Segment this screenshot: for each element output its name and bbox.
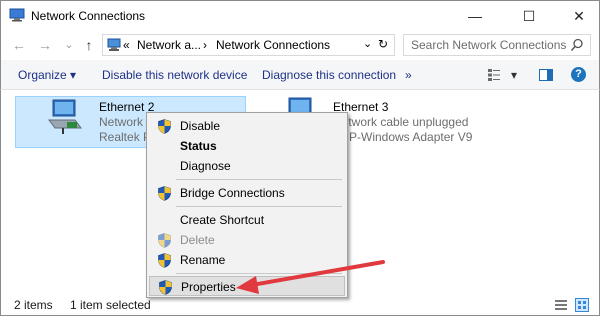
more-commands-button[interactable]: »	[405, 68, 412, 82]
refresh-icon[interactable]: ↻	[378, 37, 388, 51]
breadcrumb-network-connections[interactable]: Network Connections	[216, 38, 330, 52]
menu-item-diagnose[interactable]: Diagnose	[149, 156, 345, 176]
menu-item-label: Create Shortcut	[180, 213, 265, 227]
address-history-chevron-icon[interactable]: ⌄	[363, 37, 372, 50]
search-box[interactable]: Search Network Connections	[403, 34, 591, 56]
menu-item-label: Delete	[180, 233, 215, 247]
uac-shield-icon	[158, 186, 171, 201]
menu-item-delete[interactable]: Delete	[149, 230, 345, 250]
menu-separator	[176, 179, 342, 180]
large-icons-view-icon[interactable]	[575, 298, 589, 312]
window-title: Network Connections	[31, 9, 146, 23]
close-button[interactable]: ✕	[561, 1, 597, 31]
recent-locations-button[interactable]: ⌄	[61, 36, 77, 54]
breadcrumb-overflow[interactable]: «	[123, 38, 130, 52]
context-menu: Disable Status Diagnose Bridge Connectio…	[146, 112, 348, 298]
breadcrumb-network[interactable]: Network a...	[137, 38, 201, 52]
up-arrow-icon: ↑	[85, 37, 93, 53]
ethernet-adapter-icon	[48, 99, 82, 134]
maximize-icon: ☐	[522, 7, 536, 24]
menu-separator	[176, 206, 342, 207]
selection-count: 1 item selected	[70, 298, 151, 312]
address-row: ← → ⌄ ↑ « Network a... › Network Connect…	[0, 30, 600, 60]
menu-item-properties[interactable]: Properties	[149, 276, 345, 296]
item-adapter: P-Windows Adapter V9	[349, 130, 473, 144]
help-button[interactable]: ?	[571, 67, 586, 82]
menu-item-bridge-connections[interactable]: Bridge Connections	[149, 183, 345, 203]
uac-shield-icon	[158, 253, 171, 268]
menu-item-label: Status	[180, 139, 217, 153]
menu-item-disable[interactable]: Disable	[149, 116, 345, 136]
back-button[interactable]: ←	[11, 36, 27, 54]
menu-separator	[176, 273, 342, 274]
chevron-down-icon: ⌄	[64, 39, 74, 51]
maximize-button[interactable]: ☐	[511, 1, 547, 31]
network-connections-icon	[9, 8, 25, 22]
menu-item-create-shortcut[interactable]: Create Shortcut	[149, 210, 345, 230]
address-bar[interactable]: « Network a... › Network Connections ⌄ ↻	[102, 34, 395, 56]
organize-menu[interactable]: Organize ▾	[18, 68, 76, 82]
menu-item-label: Bridge Connections	[180, 186, 285, 200]
breadcrumb-separator[interactable]: ›	[203, 38, 207, 52]
back-arrow-icon: ←	[12, 37, 26, 53]
item-count: 2 items	[14, 298, 53, 312]
item-status: Network cable unplugged	[333, 115, 469, 129]
minimize-icon: —	[468, 8, 482, 24]
change-view-icon[interactable]	[487, 68, 501, 82]
help-icon: ?	[575, 68, 582, 80]
disable-device-button[interactable]: Disable this network device	[102, 68, 247, 82]
uac-shield-icon	[158, 119, 171, 134]
search-placeholder: Search Network Connections	[411, 38, 567, 52]
menu-item-rename[interactable]: Rename	[149, 250, 345, 270]
diagnose-connection-button[interactable]: Diagnose this connection	[262, 68, 396, 82]
forward-arrow-icon: →	[38, 37, 52, 53]
view-options-dropdown[interactable]: ▾	[511, 68, 517, 82]
menu-item-label: Diagnose	[180, 159, 231, 173]
item-status: Network	[99, 115, 144, 129]
menu-item-label: Disable	[180, 119, 221, 133]
close-icon: ✕	[573, 7, 585, 24]
up-button[interactable]: ↑	[81, 36, 97, 54]
command-bar: Organize ▾ Disable this network device D…	[0, 60, 600, 90]
minimize-button[interactable]: —	[457, 1, 493, 31]
menu-item-status[interactable]: Status	[149, 136, 345, 156]
forward-button[interactable]: →	[37, 36, 53, 54]
search-icon	[570, 38, 583, 51]
uac-shield-icon	[158, 233, 171, 248]
menu-item-label: Properties	[181, 280, 236, 294]
details-view-icon[interactable]	[555, 299, 567, 311]
control-panel-icon	[107, 38, 121, 51]
title-bar: Network Connections — ☐ ✕	[0, 0, 600, 30]
uac-shield-icon	[159, 280, 172, 295]
menu-item-label: Rename	[180, 253, 226, 267]
preview-pane-icon[interactable]	[539, 69, 553, 81]
